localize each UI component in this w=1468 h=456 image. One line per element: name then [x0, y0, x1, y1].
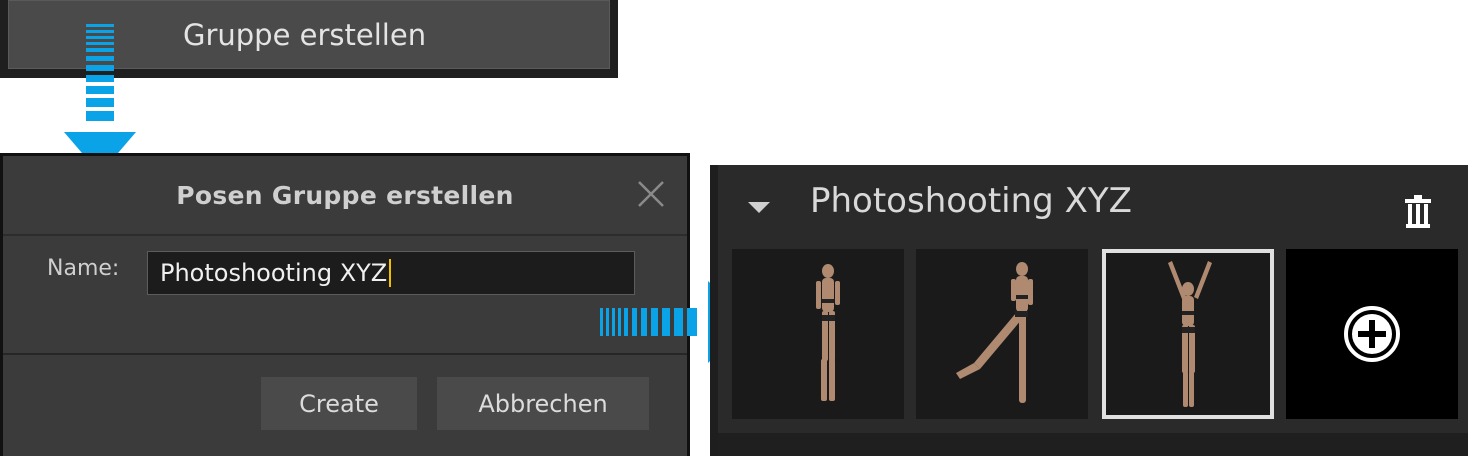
cancel-button[interactable]: Abbrechen [437, 377, 649, 430]
pose-figure-icon [1168, 261, 1212, 407]
pose-thumbnail-standing[interactable] [732, 249, 904, 419]
create-group-button-label: Gruppe erstellen [183, 17, 427, 52]
pose-figure-icon [956, 262, 1033, 403]
close-icon[interactable] [635, 178, 667, 210]
plus-circle-icon [1344, 306, 1400, 362]
caret-down-icon[interactable] [748, 200, 770, 214]
group-header: Photoshooting XYZ [718, 165, 1468, 245]
add-pose-button[interactable] [1286, 249, 1458, 419]
pose-group-panel: Photoshooting XYZ [710, 165, 1468, 456]
panel-bottom-bar [718, 433, 1468, 456]
dialog-footer-divider [3, 353, 687, 355]
text-caret [389, 259, 392, 287]
group-title: Photoshooting XYZ [810, 181, 1132, 221]
name-input[interactable]: Photoshooting XYZ [147, 251, 635, 295]
name-label: Name: [47, 256, 120, 281]
create-pose-group-dialog: Posen Gruppe erstellen Name: Photoshooti… [0, 153, 690, 456]
trash-icon[interactable] [1402, 193, 1434, 229]
create-button-label: Create [299, 389, 379, 418]
name-input-value: Photoshooting XYZ [160, 259, 388, 287]
cancel-button-label: Abbrechen [478, 389, 608, 418]
pose-thumbnail-arms-up[interactable] [1102, 249, 1274, 419]
dialog-body: Posen Gruppe erstellen Name: Photoshooti… [3, 156, 687, 456]
dialog-header-divider [3, 234, 687, 236]
pose-thumbnail-kick[interactable] [916, 249, 1088, 419]
create-button[interactable]: Create [261, 377, 417, 430]
pose-figure-icon [816, 264, 840, 401]
dialog-title: Posen Gruppe erstellen [176, 180, 514, 210]
